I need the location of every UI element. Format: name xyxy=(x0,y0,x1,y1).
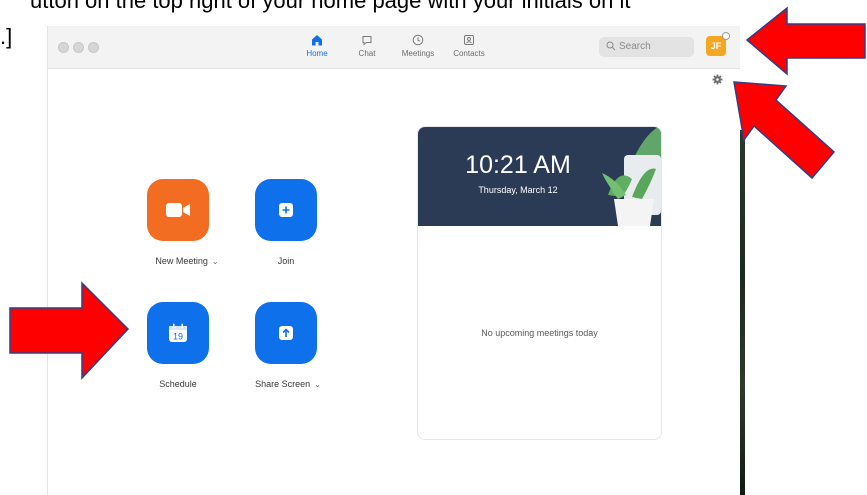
search-placeholder: Search xyxy=(619,41,651,52)
tab-home[interactable]: Home xyxy=(292,32,342,58)
empty-meetings-message: No upcoming meetings today xyxy=(481,328,598,338)
schedule-button[interactable]: 19 xyxy=(147,302,209,364)
clock-date: Thursday, March 12 xyxy=(478,185,558,195)
chat-icon xyxy=(362,36,372,46)
clock-header: 10:21 AM Thursday, March 12 xyxy=(418,127,661,226)
join-label: Join xyxy=(277,256,295,266)
gear-icon[interactable] xyxy=(712,74,723,85)
status-indicator xyxy=(722,32,730,40)
tab-meetings-label: Meetings xyxy=(401,49,435,58)
tab-chat[interactable]: Chat xyxy=(342,32,392,58)
contacts-icon xyxy=(464,35,474,45)
share-screen-label: Share Screen ⌄ xyxy=(255,379,321,389)
clock-time: 10:21 AM xyxy=(465,151,571,179)
chevron-down-icon[interactable]: ⌄ xyxy=(212,257,219,266)
minimize-window-button[interactable] xyxy=(73,42,84,53)
calendar-icon: 19 xyxy=(169,323,187,342)
search-icon xyxy=(606,41,616,51)
new-meeting-button[interactable] xyxy=(147,179,209,241)
calendar-day: 19 xyxy=(173,331,183,341)
share-screen-button[interactable] xyxy=(255,302,317,364)
share-screen-icon xyxy=(279,326,293,340)
annotation-arrow-schedule xyxy=(9,281,130,380)
tab-contacts-label: Contacts xyxy=(453,49,485,58)
clock-icon xyxy=(412,34,424,46)
join-button[interactable] xyxy=(255,179,317,241)
schedule-label: Schedule xyxy=(159,379,197,389)
title-bar: Home Chat Meetings Contacts Search JF xyxy=(48,26,740,69)
chevron-down-icon[interactable]: ⌄ xyxy=(314,380,321,389)
new-meeting-label: New Meeting ⌄ xyxy=(155,256,219,266)
plus-icon xyxy=(279,203,293,217)
upcoming-meetings-card: 10:21 AM Thursday, March 12 No upcoming … xyxy=(417,126,662,440)
search-input[interactable]: Search xyxy=(599,37,694,57)
home-icon xyxy=(312,35,322,46)
tab-contacts[interactable]: Contacts xyxy=(444,32,494,58)
close-window-button[interactable] xyxy=(58,42,69,53)
maximize-window-button[interactable] xyxy=(88,42,99,53)
tab-home-label: Home xyxy=(306,49,328,58)
instruction-line-2: .] xyxy=(0,24,13,49)
tab-meetings[interactable]: Meetings xyxy=(393,32,443,58)
annotation-arrow-settings xyxy=(733,81,836,180)
tab-chat-label: Chat xyxy=(358,49,376,58)
zoom-window: Home Chat Meetings Contacts Search JF Ne… xyxy=(47,26,740,495)
instruction-line-1: utton on the top right of your home page… xyxy=(30,0,631,13)
video-camera-icon xyxy=(166,203,190,217)
